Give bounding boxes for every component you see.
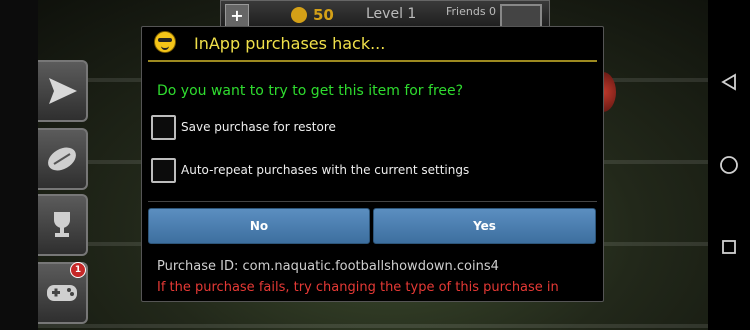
play-button[interactable] (38, 60, 88, 122)
trophy-button[interactable] (38, 194, 88, 256)
coin-count: 50 (313, 6, 334, 24)
football-icon (48, 147, 76, 171)
buttons-divider (148, 201, 597, 202)
recents-button[interactable] (708, 227, 750, 267)
dialog-title: InApp purchases hack... (194, 34, 386, 53)
menu-button[interactable] (500, 4, 542, 28)
dialog-header: InApp purchases hack... (142, 27, 603, 61)
gamepad-icon (47, 285, 77, 301)
warning-text: If the purchase fails, try changing the … (157, 280, 559, 295)
level-label: Level 1 (366, 6, 417, 22)
no-button[interactable]: No (148, 208, 370, 244)
home-button[interactable] (708, 145, 750, 185)
auto-repeat-label: Auto-repeat purchases with the current s… (181, 163, 470, 177)
trophy-icon (54, 212, 70, 237)
dialog-question: Do you want to try to get this item for … (157, 83, 464, 99)
football-button[interactable] (38, 128, 88, 190)
notification-badge: 1 (70, 262, 86, 278)
home-circle-icon (720, 156, 738, 174)
save-purchase-checkbox[interactable] (151, 114, 176, 140)
recents-square-icon (722, 240, 736, 254)
back-triangle-icon (721, 73, 736, 91)
inapp-hack-dialog: InApp purchases hack... Do you want to t… (141, 26, 604, 302)
play-arrow-icon (49, 78, 77, 104)
auto-repeat-row[interactable]: Auto-repeat purchases with the current s… (151, 156, 469, 184)
friends-label: Friends 0 (446, 5, 497, 18)
save-purchase-row[interactable]: Save purchase for restore (151, 113, 336, 141)
smiley-glasses-icon (154, 31, 176, 53)
left-edge-strip (0, 0, 38, 330)
purchase-id-text: Purchase ID: com.naquatic.footballshowdo… (157, 259, 499, 274)
save-purchase-label: Save purchase for restore (181, 120, 336, 134)
back-button[interactable] (708, 62, 750, 102)
yes-button[interactable]: Yes (373, 208, 596, 244)
add-coins-button[interactable]: + (225, 4, 249, 28)
coin-icon (291, 7, 307, 23)
android-nav-bar (708, 0, 750, 330)
auto-repeat-checkbox[interactable] (151, 157, 176, 183)
header-divider (148, 60, 597, 62)
